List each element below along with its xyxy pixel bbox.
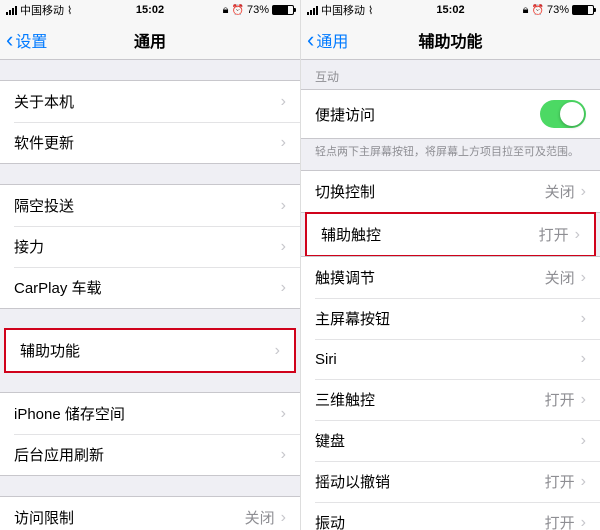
settings-list[interactable]: 关于本机 软件更新 隔空投送 接力 CarPlay 车载 — [0, 60, 300, 530]
status-time: 15:02 — [136, 4, 164, 16]
lock-icon: 🔒︎ — [523, 4, 529, 17]
back-button[interactable]: ‹ 通用 — [301, 28, 348, 52]
back-label: 通用 — [316, 28, 348, 52]
highlight-accessibility: 辅助功能 — [4, 328, 296, 373]
reachability-toggle[interactable] — [540, 100, 586, 128]
chevron-right-icon — [281, 238, 286, 256]
row-handoff[interactable]: 接力 — [0, 226, 300, 267]
row-home-button[interactable]: 主屏幕按钮 — [301, 298, 600, 339]
battery-pct: 73% — [247, 4, 269, 16]
row-storage[interactable]: iPhone 储存空间 — [0, 393, 300, 434]
chevron-right-icon — [581, 473, 586, 491]
page-title: 辅助功能 — [418, 28, 482, 52]
chevron-right-icon — [581, 391, 586, 409]
row-touch-accom[interactable]: 触摸调节 关闭 — [301, 257, 600, 298]
carrier-label: 中国移动 — [321, 2, 365, 18]
chevron-right-icon — [281, 279, 286, 297]
chevron-right-icon — [281, 197, 286, 215]
row-siri[interactable]: Siri — [301, 339, 600, 379]
chevron-right-icon — [275, 342, 280, 360]
chevron-right-icon — [281, 446, 286, 464]
lock-icon: 🔒︎ — [223, 4, 229, 17]
phone-general: 中国移动 ⌇ 15:02 🔒︎ ⏰ 73% ‹ 设置 通用 关于本机 软件更新 — [0, 0, 300, 530]
chevron-right-icon — [581, 514, 586, 530]
row-about[interactable]: 关于本机 — [0, 81, 300, 122]
signal-icon — [6, 6, 17, 15]
chevron-right-icon — [581, 269, 586, 287]
chevron-right-icon — [581, 183, 586, 201]
row-assistive-touch[interactable]: 辅助触控 打开 — [307, 214, 594, 255]
chevron-right-icon — [581, 432, 586, 450]
row-keyboard[interactable]: 键盘 — [301, 420, 600, 461]
highlight-assistive-touch: 辅助触控 打开 — [305, 212, 596, 257]
phone-accessibility: 中国移动 ⌇ 15:02 🔒︎ ⏰ 73% ‹ 通用 辅助功能 互动 便捷访问 … — [300, 0, 600, 530]
row-3d-touch[interactable]: 三维触控 打开 — [301, 379, 600, 420]
chevron-right-icon — [281, 509, 286, 527]
battery-pct: 73% — [547, 4, 569, 16]
row-carplay[interactable]: CarPlay 车载 — [0, 267, 300, 308]
section-interaction: 互动 — [301, 60, 600, 89]
chevron-right-icon — [581, 310, 586, 328]
back-button[interactable]: ‹ 设置 — [0, 28, 47, 52]
carrier-label: 中国移动 — [20, 2, 64, 18]
row-bg-refresh[interactable]: 后台应用刷新 — [0, 434, 300, 475]
row-restrictions[interactable]: 访问限制 关闭 — [0, 497, 300, 530]
signal-icon — [307, 6, 318, 15]
row-shake-undo[interactable]: 摇动以撤销 打开 — [301, 461, 600, 502]
chevron-right-icon — [281, 405, 286, 423]
battery-icon — [272, 5, 294, 15]
row-switch-control[interactable]: 切换控制 关闭 — [301, 171, 600, 212]
alarm-icon: ⏰ — [232, 5, 244, 16]
back-label: 设置 — [15, 28, 47, 52]
battery-icon — [572, 5, 594, 15]
chevron-right-icon — [581, 350, 586, 368]
chevron-right-icon — [281, 134, 286, 152]
status-time: 15:02 — [436, 4, 464, 16]
chevron-right-icon — [575, 226, 580, 244]
row-reachability[interactable]: 便捷访问 — [301, 90, 600, 138]
row-software-update[interactable]: 软件更新 — [0, 122, 300, 163]
nav-bar: ‹ 设置 通用 — [0, 20, 300, 60]
wifi-icon: ⌇ — [67, 4, 72, 17]
nav-bar: ‹ 通用 辅助功能 — [301, 20, 600, 60]
alarm-icon: ⏰ — [532, 5, 544, 16]
status-bar: 中国移动 ⌇ 15:02 🔒︎ ⏰ 73% — [0, 0, 300, 20]
accessibility-list[interactable]: 互动 便捷访问 轻点两下主屏幕按钮，将屏幕上方项目拉至可及范围。 切换控制 关闭… — [301, 60, 600, 530]
page-title: 通用 — [134, 28, 166, 52]
row-airdrop[interactable]: 隔空投送 — [0, 185, 300, 226]
chevron-left-icon: ‹ — [307, 29, 314, 51]
chevron-left-icon: ‹ — [6, 29, 13, 51]
reachability-hint: 轻点两下主屏幕按钮，将屏幕上方项目拉至可及范围。 — [301, 139, 600, 170]
row-vibration[interactable]: 振动 打开 — [301, 502, 600, 530]
status-bar: 中国移动 ⌇ 15:02 🔒︎ ⏰ 73% — [301, 0, 600, 20]
chevron-right-icon — [281, 93, 286, 111]
wifi-icon: ⌇ — [368, 4, 373, 17]
row-accessibility[interactable]: 辅助功能 — [6, 330, 294, 371]
